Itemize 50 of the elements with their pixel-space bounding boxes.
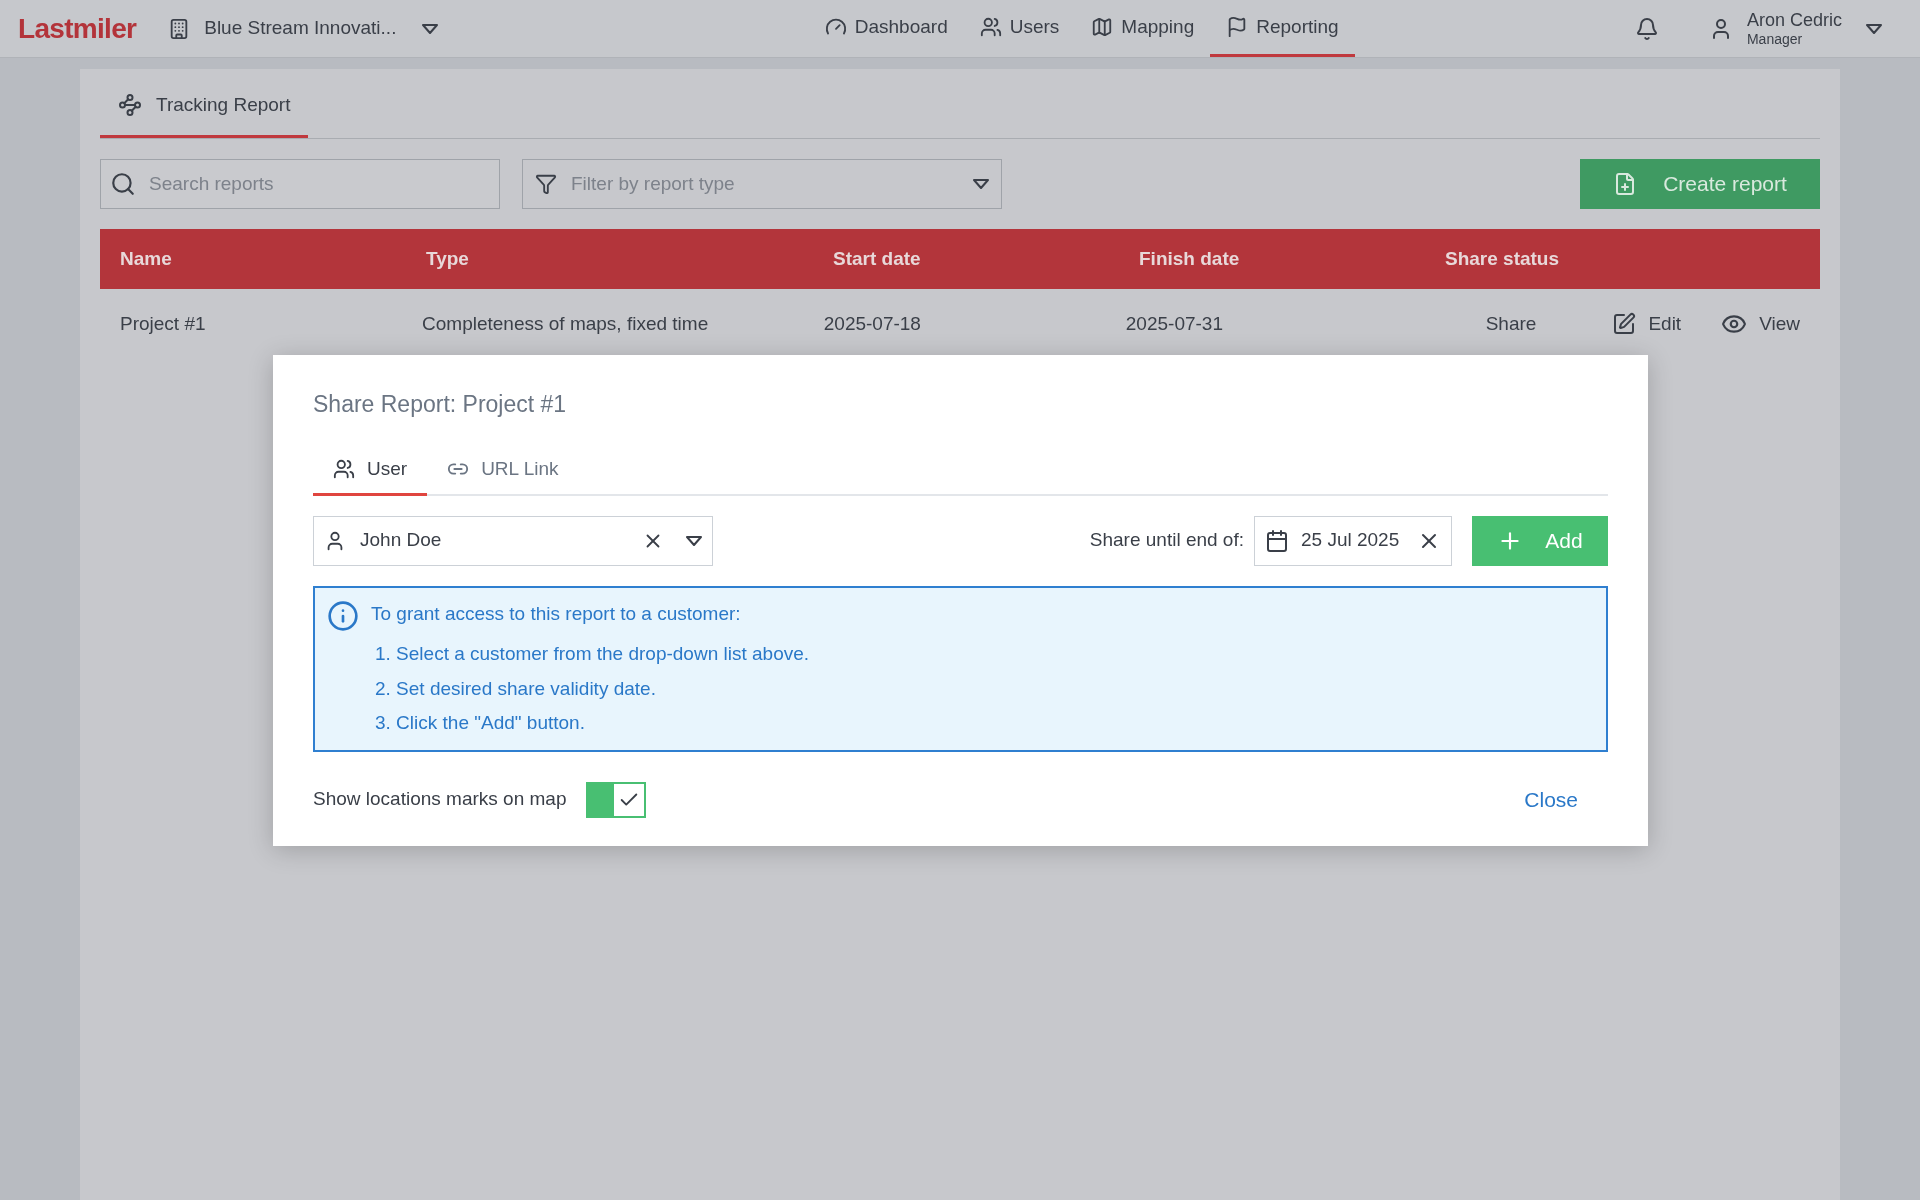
toggle-label: Show locations marks on map: [313, 787, 567, 812]
user-role: Manager: [1746, 32, 1803, 46]
table-cell-text: Project #1: [120, 311, 207, 336]
edit-link[interactable]: Edit: [1612, 309, 1682, 339]
nav-tab[interactable]: Dashboard: [808, 0, 964, 57]
user-name: Aron Cedric: [1746, 11, 1842, 29]
share-until-label: Share until end of:: [1089, 528, 1244, 553]
column-header: Type: [426, 246, 470, 271]
info-icon: [327, 599, 359, 632]
search-field[interactable]: Search reports: [100, 159, 500, 209]
filter-icon: [535, 173, 557, 195]
dialog-title: Share Report: Project #1: [313, 390, 568, 419]
user-menu[interactable]: Aron Cedric Manager: [1708, 11, 1882, 46]
column-header: Share status: [1445, 246, 1561, 271]
organization-selector[interactable]: Blue Stream Innovati...: [168, 14, 439, 43]
route-icon: [118, 93, 142, 117]
table-cell-text: 2025-07-18: [823, 311, 922, 336]
nav-tab[interactable]: Users: [963, 0, 1076, 57]
users-icon: [979, 16, 1002, 38]
dialog-tab[interactable]: URL Link: [427, 445, 579, 496]
info-step: 2. Set desired share validity date.: [375, 674, 810, 703]
calendar-icon: [1265, 528, 1289, 553]
app-logo[interactable]: Lastmiler: [18, 7, 137, 50]
date-field[interactable]: 25 Jul 2025: [1254, 515, 1452, 566]
search-icon: [110, 171, 136, 197]
users-icon: [333, 458, 355, 480]
caret-icon: [1866, 23, 1882, 34]
user-select[interactable]: John Doe: [313, 515, 713, 566]
edit-icon: [1612, 312, 1637, 336]
table-cell-text: 2025-07-31: [1125, 311, 1224, 336]
nav-tab[interactable]: Mapping: [1075, 0, 1211, 57]
table-cell-text: Completeness of maps, fixed time: [422, 311, 710, 336]
nav-tab[interactable]: Reporting: [1210, 0, 1355, 57]
column-header: Finish date: [1139, 246, 1241, 271]
info-step: 1. Select a customer from the drop-down list above.: [375, 640, 810, 669]
notification-bell-icon[interactable]: [1634, 16, 1659, 41]
toggle-switch[interactable]: [586, 781, 647, 818]
page-tab[interactable]: Tracking Report: [100, 69, 309, 138]
caret-icon: [422, 23, 439, 34]
dialog-tab[interactable]: User: [313, 445, 428, 496]
column-header: Name: [120, 246, 173, 271]
column-header: Start date: [833, 246, 922, 271]
map-icon: [1091, 16, 1114, 38]
info-title: To grant access to this report to a customer:: [371, 601, 742, 626]
close-button[interactable]: Close: [1524, 783, 1578, 816]
info-step: 3. Click the "Add" button.: [375, 709, 810, 738]
view-link[interactable]: View: [1721, 309, 1800, 339]
caret-icon: [973, 179, 989, 189]
caret-icon: [686, 535, 702, 546]
table-cell[interactable]: Share: [1427, 309, 1537, 339]
